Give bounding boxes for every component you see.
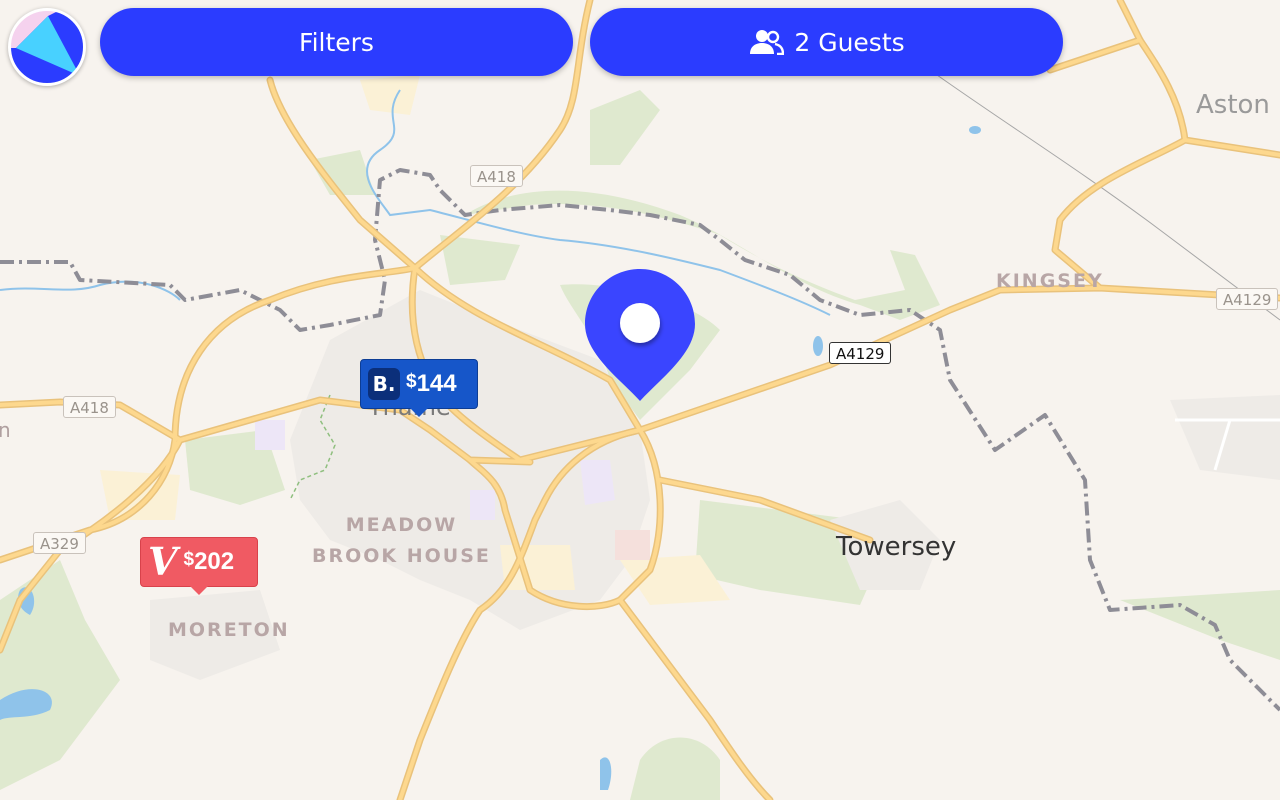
app-logo[interactable]: [8, 8, 86, 86]
guests-button[interactable]: 2 Guests: [590, 8, 1063, 76]
edge-label-fragment: l: [0, 388, 2, 412]
filters-button[interactable]: Filters: [100, 8, 573, 76]
booking-price-marker[interactable]: B. $144: [360, 359, 478, 417]
road-shield-a4129: A4129: [829, 342, 892, 364]
vrbo-price-marker[interactable]: V $202: [140, 537, 258, 595]
guests-label: 2 Guests: [794, 27, 905, 57]
vrbo-logo-icon: V: [148, 539, 178, 584]
road-shield-a418: A418: [470, 165, 523, 187]
town-label-aston: Aston: [1196, 90, 1270, 120]
road-shield-a4129: A4129: [1216, 288, 1279, 310]
green-area: [630, 737, 720, 800]
green-area: [1120, 590, 1280, 660]
green-area: [0, 560, 120, 790]
green-area: [465, 190, 940, 320]
map-pin-icon[interactable]: [585, 269, 695, 401]
area-label-moreton: MORETON: [168, 619, 290, 641]
town-label-towersey: Towersey: [836, 532, 957, 562]
area-label-kingsey: KINGSEY: [996, 270, 1104, 292]
road-shield-a329: A329: [33, 532, 86, 554]
area-label-meadow-brook-house: MEADOW BROOK HOUSE: [312, 514, 491, 567]
users-icon: [748, 29, 785, 56]
green-area: [590, 90, 660, 165]
booking-price: $144: [406, 370, 457, 397]
booking-logo-icon: B.: [368, 368, 400, 400]
filters-label: Filters: [299, 27, 374, 57]
edge-label-fragment: n: [0, 418, 11, 442]
road-shield-a418: A418: [63, 396, 116, 418]
vrbo-price: $202: [183, 548, 235, 575]
